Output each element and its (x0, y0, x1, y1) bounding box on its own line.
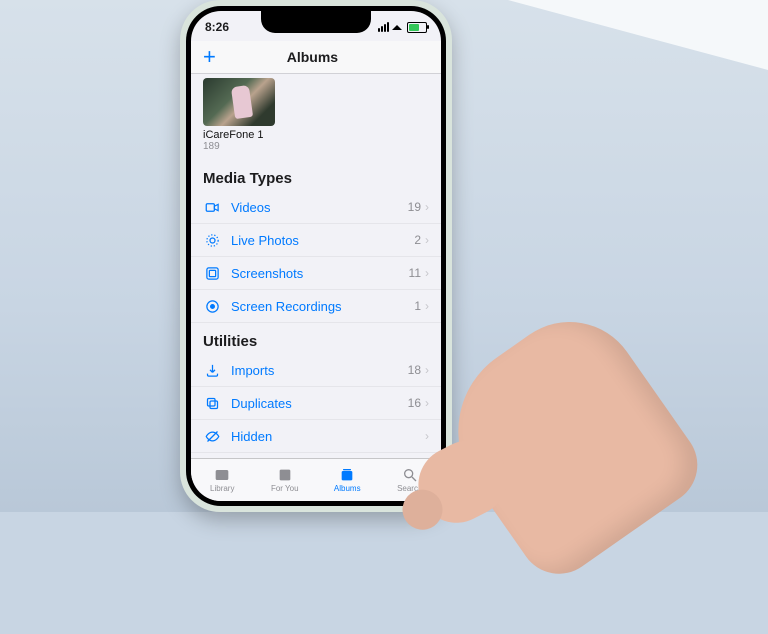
cellular-icon (378, 22, 389, 32)
row-label: Live Photos (231, 233, 414, 248)
chevron-right-icon: › (425, 396, 429, 410)
iphone-device: 8:26 + Albums iCareFone 1 189 Media Type… (180, 0, 452, 512)
utilities-list: Imports 18 › Duplicates 16 › Hidden › (191, 354, 441, 462)
row-label: Hidden (231, 429, 421, 444)
row-count: 16 (408, 396, 421, 410)
row-count: 2 (414, 233, 421, 247)
album-card[interactable]: iCareFone 1 189 (191, 74, 441, 160)
battery-icon (407, 22, 427, 33)
nav-header: + Albums (191, 41, 441, 74)
tab-label: Albums (334, 484, 361, 493)
tab-label: For You (271, 484, 299, 493)
tab-albums[interactable]: Albums (316, 459, 379, 501)
row-count: 1 (414, 299, 421, 313)
row-videos[interactable]: Videos 19 › (191, 191, 441, 224)
tab-for-you[interactable]: For You (254, 459, 317, 501)
row-imports[interactable]: Imports 18 › (191, 354, 441, 387)
album-name: iCareFone 1 (203, 129, 429, 141)
section-media-types-title: Media Types (191, 160, 441, 191)
foryou-icon (276, 467, 294, 483)
hidden-icon (203, 429, 221, 444)
album-count: 189 (203, 141, 429, 152)
row-label: Imports (231, 363, 408, 378)
chevron-right-icon: › (425, 363, 429, 377)
screenshot-icon (203, 266, 221, 281)
row-live-photos[interactable]: Live Photos 2 › (191, 224, 441, 257)
search-icon (401, 467, 419, 483)
record-icon (203, 299, 221, 314)
tab-label: Library (210, 484, 234, 493)
row-label: Screen Recordings (231, 299, 414, 314)
chevron-right-icon: › (425, 233, 429, 247)
duplicate-icon (203, 396, 221, 411)
album-thumbnail[interactable] (203, 78, 275, 126)
status-indicators (378, 22, 427, 33)
wifi-icon (392, 22, 404, 32)
white-surface-corner (508, 0, 768, 70)
import-icon (203, 363, 221, 378)
row-count: 18 (408, 363, 421, 377)
row-label: Videos (231, 200, 408, 215)
row-duplicates[interactable]: Duplicates 16 › (191, 387, 441, 420)
status-time: 8:26 (205, 20, 229, 34)
row-count: 19 (408, 200, 421, 214)
library-icon (213, 467, 231, 483)
phone-bezel: 8:26 + Albums iCareFone 1 189 Media Type… (186, 6, 446, 506)
chevron-right-icon: › (425, 429, 429, 443)
chevron-right-icon: › (425, 299, 429, 313)
row-label: Screenshots (231, 266, 409, 281)
video-icon (203, 200, 221, 215)
media-types-list: Videos 19 › Live Photos 2 › Screenshots … (191, 191, 441, 323)
tab-bar: Library For You Albums Search (191, 458, 441, 501)
section-utilities-title: Utilities (191, 323, 441, 354)
row-screenshots[interactable]: Screenshots 11 › (191, 257, 441, 290)
row-screen-recordings[interactable]: Screen Recordings 1 › (191, 290, 441, 323)
row-count: 11 (409, 266, 421, 280)
chevron-right-icon: › (425, 200, 429, 214)
row-hidden[interactable]: Hidden › (191, 420, 441, 453)
tab-library[interactable]: Library (191, 459, 254, 501)
content-area[interactable]: iCareFone 1 189 Media Types Videos 19 › … (191, 74, 441, 462)
phone-screen: 8:26 + Albums iCareFone 1 189 Media Type… (191, 11, 441, 501)
chevron-right-icon: › (425, 266, 429, 280)
notch (261, 11, 371, 33)
row-label: Duplicates (231, 396, 408, 411)
page-title: Albums (206, 49, 419, 65)
albums-icon (338, 467, 356, 483)
livephoto-icon (203, 233, 221, 248)
